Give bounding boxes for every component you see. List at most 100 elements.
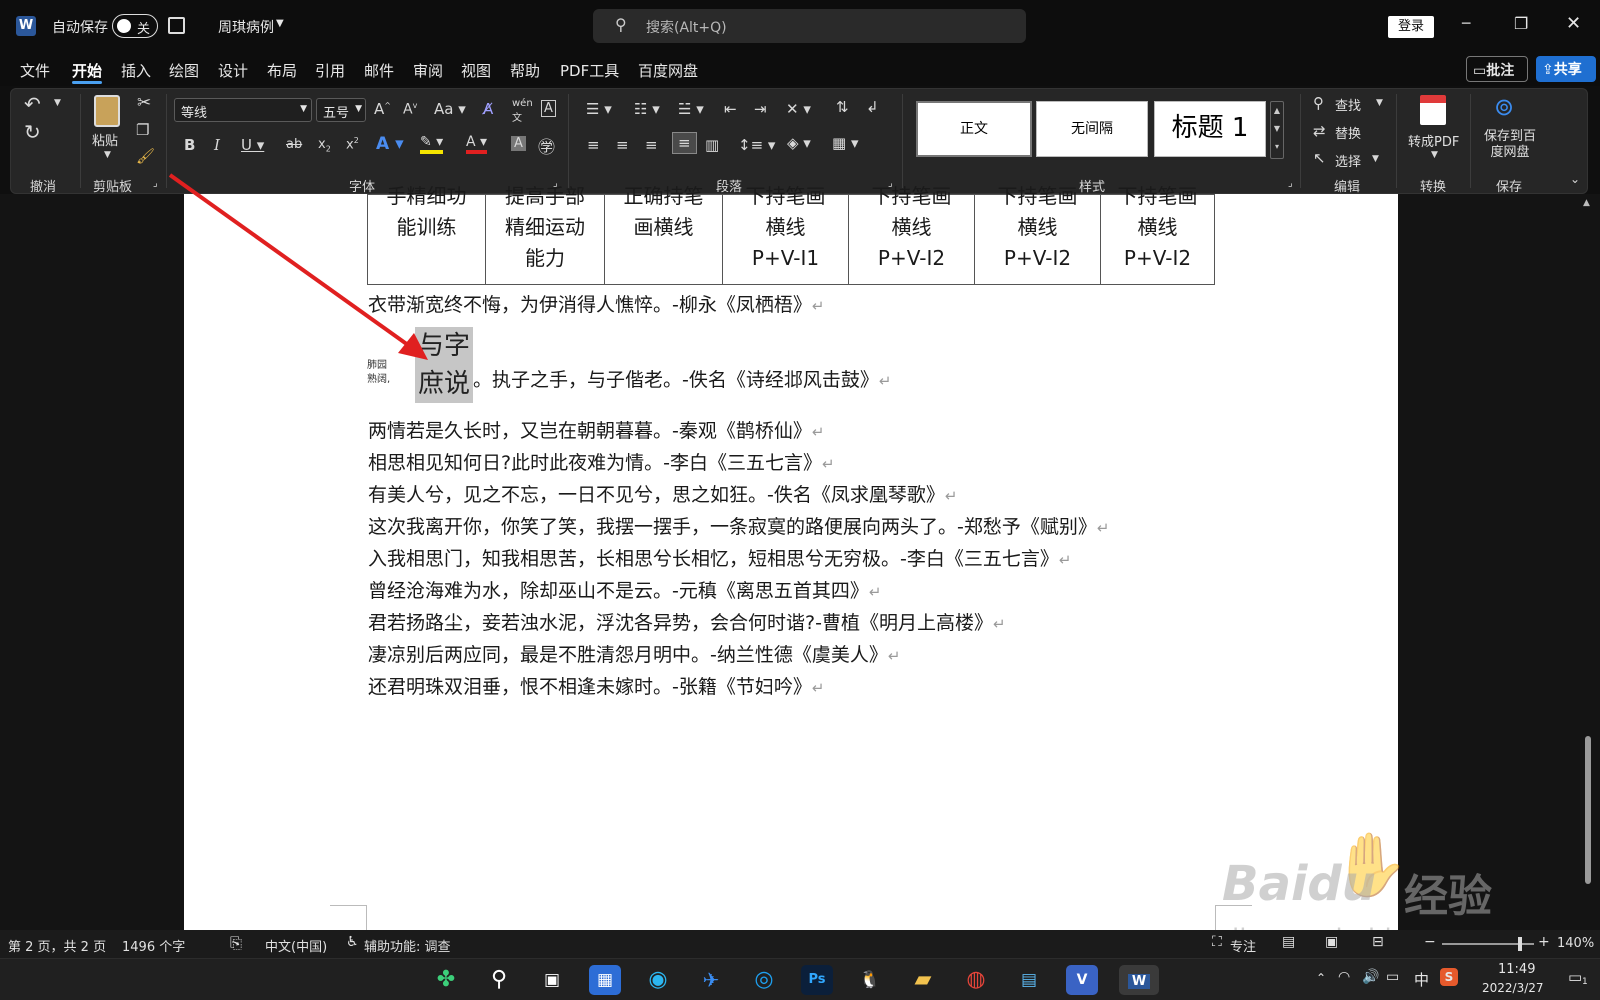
shading-icon[interactable]: ◈ ▾	[787, 134, 811, 152]
word-count[interactable]: 1496 个字	[122, 936, 185, 955]
comment-button[interactable]: ▭批注	[1466, 56, 1528, 82]
style-no-spacing[interactable]: 无间隔	[1036, 101, 1148, 157]
tab-home[interactable]: 开始	[72, 60, 102, 81]
paragraph-line[interactable]: 两情若是久长时，又岂在朝朝暮暮。-秦观《鹊桥仙》↵	[368, 416, 824, 443]
table-cell[interactable]: 下持笔画 横线 P+V-I2	[848, 184, 975, 285]
proofing-icon[interactable]: ⎘	[230, 934, 242, 952]
notepad-icon[interactable]: ▤	[1013, 965, 1045, 995]
bullets-icon[interactable]: ☰ ▾	[586, 100, 612, 118]
line-spacing-icon[interactable]: ↕≡ ▾	[738, 136, 775, 154]
table-cell[interactable]: 提高手部 精细运动 能力	[485, 184, 605, 285]
close-icon[interactable]: ✕	[1566, 13, 1581, 34]
multilevel-list-icon[interactable]: ☱ ▾	[678, 100, 704, 118]
tab-draw[interactable]: 绘图	[169, 60, 199, 81]
zoom-out-icon[interactable]: −	[1424, 934, 1436, 950]
find-button[interactable]: 查找	[1335, 95, 1361, 114]
phonetic-guide-icon[interactable]: wén 文	[512, 98, 533, 124]
highlight-icon[interactable]: ✎ ▾	[420, 134, 444, 154]
clear-formatting-icon[interactable]: A̸	[483, 100, 493, 118]
save-icon[interactable]	[168, 17, 185, 34]
word-taskbar-icon[interactable]: W	[1119, 965, 1159, 995]
paragraph-line[interactable]: 。执子之手，与子偕老。-佚名《诗经邶风击鼓》↵	[473, 365, 891, 392]
superscript-icon[interactable]: x2	[346, 136, 359, 152]
format-painter-icon[interactable]: 🖌	[136, 147, 155, 165]
baidu-netdisk-icon[interactable]: ⊚	[1494, 93, 1514, 121]
tab-mailings[interactable]: 邮件	[364, 60, 394, 81]
tab-review[interactable]: 审阅	[413, 60, 443, 81]
show-marks-icon[interactable]: ↲	[866, 98, 879, 116]
sogou-icon[interactable]: S	[1440, 968, 1458, 986]
underline-icon[interactable]: U ▾	[241, 136, 264, 154]
chevron-up-icon[interactable]: ⌃	[1316, 971, 1326, 985]
dialog-launcher-icon[interactable]: ⌟	[153, 178, 158, 189]
cut-icon[interactable]: ✂	[137, 93, 151, 113]
volume-icon[interactable]: 🔊	[1362, 969, 1379, 985]
photoshop-icon[interactable]: Ps	[801, 965, 833, 995]
tab-pdf-tools[interactable]: PDF工具	[560, 60, 619, 81]
save-baidu-button[interactable]: 保存到百度网盘	[1484, 129, 1536, 161]
table-cell[interactable]: 正确持笔 画横线	[604, 184, 723, 285]
find-icon[interactable]: ⚲	[1313, 94, 1324, 112]
login-button[interactable]: 登录	[1388, 16, 1434, 38]
accessibility-status[interactable]: 辅助功能: 调查	[364, 936, 451, 955]
focus-icon[interactable]: ⛶	[1212, 934, 1222, 950]
scroll-up-icon[interactable]: ▲	[1583, 198, 1590, 208]
text-effects-icon[interactable]: A ▾	[376, 134, 404, 154]
decrease-indent-icon[interactable]: ⇤	[724, 100, 737, 118]
strikethrough-icon[interactable]: ab	[286, 137, 302, 152]
tab-baidu-netdisk[interactable]: 百度网盘	[638, 60, 698, 81]
vertical-scrollbar[interactable]: ▲	[1578, 196, 1598, 930]
styles-scroll[interactable]: ▲ ▼ ▾	[1270, 101, 1284, 159]
table-cell[interactable]: 下持笔画 横线 P+V-I2	[1100, 184, 1215, 285]
replace-icon[interactable]: ⇄	[1313, 122, 1326, 140]
wifi-icon[interactable]: ◠	[1338, 969, 1350, 985]
tab-insert[interactable]: 插入	[121, 60, 151, 81]
web-layout-icon[interactable]: ⊟	[1372, 934, 1384, 950]
paragraph-line[interactable]: 还君明珠双泪垂，恨不相逢未嫁时。-张籍《节妇吟》↵	[368, 672, 824, 699]
font-name-select[interactable]: 等线 ▼	[174, 98, 312, 122]
paste-button[interactable]: 粘贴	[92, 130, 118, 149]
chevron-down-icon[interactable]: ▼	[104, 150, 111, 160]
chevron-down-icon[interactable]: ▼	[1376, 98, 1383, 108]
font-size-select[interactable]: 五号 ▼	[316, 98, 366, 122]
paragraph-line[interactable]: 曾经沧海难为水，除却巫山不是云。-元稹《离思五首其四》↵	[368, 576, 881, 603]
minimize-icon[interactable]: ─	[1462, 16, 1470, 32]
paragraph-line[interactable]: 入我相思门，知我相思苦，长相思兮长相忆，短相思兮无穷极。-李白《三五七言》↵	[368, 544, 1071, 571]
collapse-ribbon-icon[interactable]: ⌄	[1570, 172, 1580, 186]
restore-icon[interactable]: ❐	[1514, 14, 1528, 33]
paragraph-line[interactable]: 相思相见知何日?此时此夜难为情。-李白《三五七言》↵	[368, 448, 835, 475]
paste-icon[interactable]	[94, 95, 120, 127]
italic-icon[interactable]: I	[214, 136, 220, 154]
paragraph-line[interactable]: 凄凉别后两应同，最是不胜清怨月明中。-纳兰性德《虞美人》↵	[368, 640, 900, 667]
tab-view[interactable]: 视图	[461, 60, 491, 81]
tab-references[interactable]: 引用	[315, 60, 345, 81]
pdf-icon[interactable]	[1420, 95, 1446, 125]
asian-layout-icon[interactable]: ✕ ▾	[786, 100, 811, 118]
clock-date[interactable]: 2022/3/27	[1482, 981, 1544, 995]
page-count[interactable]: 第 2 页，共 2 页	[8, 936, 106, 955]
language[interactable]: 中文(中国)	[265, 936, 327, 955]
paragraph-line[interactable]: 有美人兮，见之不忘，一日不见兮，思之如狂。-佚名《凤求凰琴歌》↵	[368, 480, 957, 507]
enclose-characters-icon[interactable]: ㊫	[538, 133, 555, 158]
read-mode-icon[interactable]: ▤	[1282, 934, 1295, 950]
file-explorer-icon[interactable]: ▰	[907, 965, 939, 995]
zoom-level[interactable]: 140%	[1557, 936, 1594, 951]
zoom-slider[interactable]	[1442, 937, 1534, 951]
qq-icon[interactable]: 🐧	[854, 965, 886, 995]
zoom-slider-thumb[interactable]	[1518, 937, 1522, 951]
tab-help[interactable]: 帮助	[510, 60, 540, 81]
table-cell[interactable]: 下持笔画 横线 P+V-I1	[722, 184, 849, 285]
chevron-down-icon[interactable]: ▼	[1372, 154, 1379, 164]
shrink-font-icon[interactable]: Av	[403, 101, 417, 118]
task-view-icon[interactable]: ▣	[536, 965, 568, 995]
chevron-down-icon[interactable]: ▼	[276, 18, 284, 29]
font-color-icon[interactable]: A ▾	[466, 134, 488, 154]
character-border-icon[interactable]: A	[541, 100, 556, 117]
feishu-icon[interactable]: ✈	[695, 965, 727, 995]
notification-icon[interactable]: ▭	[1568, 968, 1582, 986]
chrome-icon[interactable]: ◍	[960, 965, 992, 995]
tab-design[interactable]: 设计	[218, 60, 248, 81]
search-box[interactable]: ⚲ 搜索(Alt+Q)	[593, 9, 1026, 43]
ime-indicator[interactable]: 中	[1414, 969, 1429, 990]
select-button[interactable]: 选择	[1335, 151, 1361, 170]
